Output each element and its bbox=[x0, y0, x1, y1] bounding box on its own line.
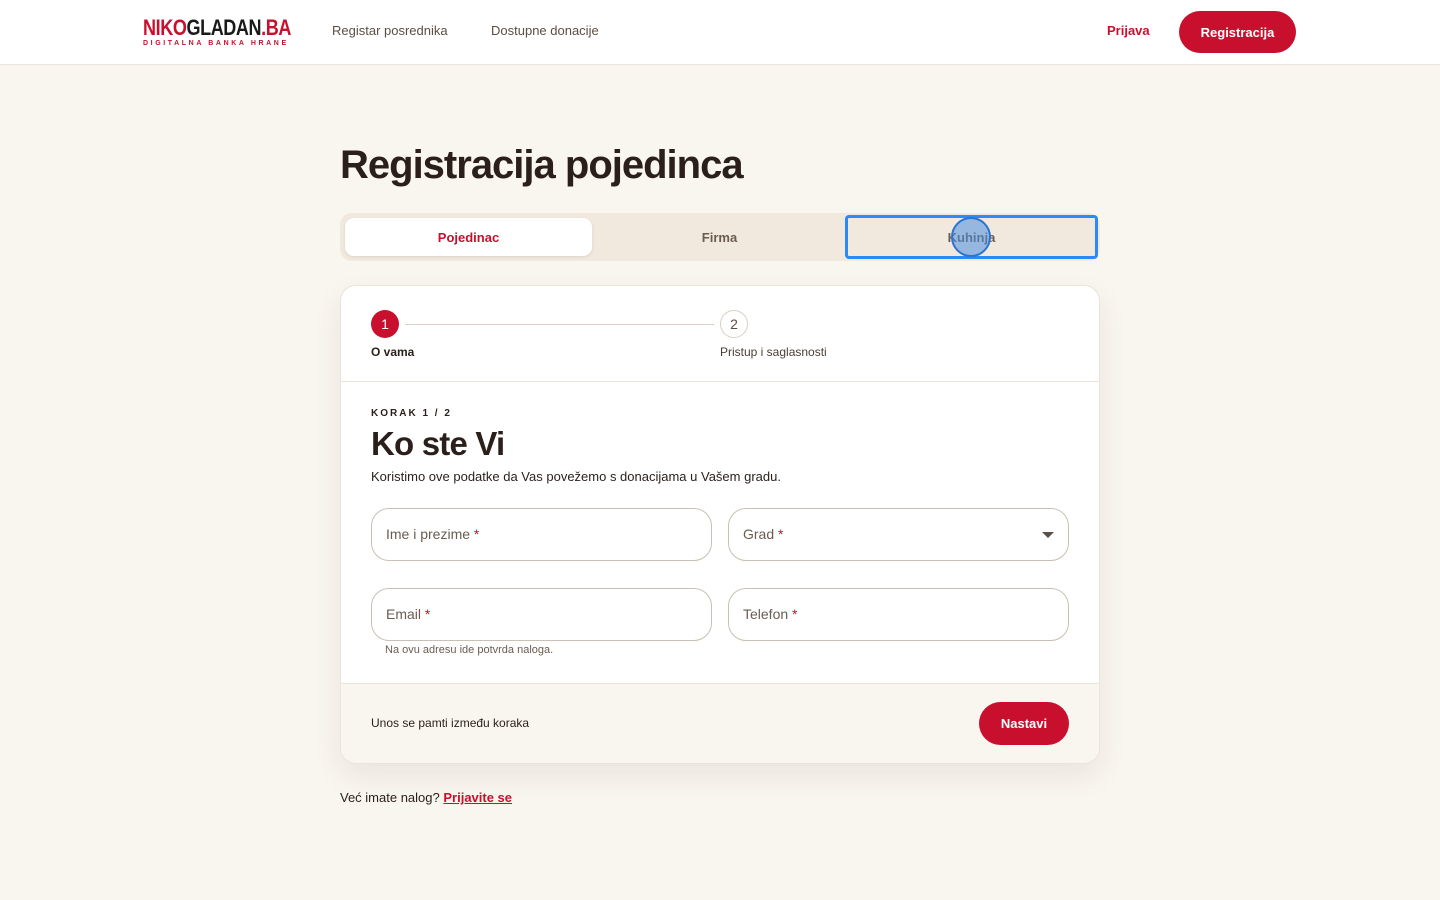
step-connector bbox=[405, 324, 714, 325]
logo[interactable]: NIKOGLADAN.BA DIGITALNA BANKA HRANE bbox=[143, 15, 292, 48]
next-button[interactable]: Nastavi bbox=[979, 702, 1069, 745]
login-prompt-link[interactable]: Prijavite se bbox=[443, 790, 512, 805]
section-title: Ko ste Vi bbox=[371, 425, 505, 462]
name-field[interactable]: Ime i prezime * bbox=[371, 508, 712, 561]
register-button[interactable]: Registracija bbox=[1179, 11, 1296, 53]
tab-firma[interactable]: Firma bbox=[596, 218, 843, 256]
stepper: 1 2 O vama Pristup i saglasnosti bbox=[341, 286, 1099, 382]
phone-field-label: Telefon * bbox=[743, 606, 798, 622]
step-1-indicator: 1 bbox=[371, 310, 399, 338]
city-select[interactable]: Grad * bbox=[728, 508, 1069, 561]
email-hint: Na ovu adresu ide potvrda naloga. bbox=[385, 644, 554, 656]
phone-field[interactable]: Telefon * bbox=[728, 588, 1069, 641]
cursor-indicator bbox=[951, 217, 991, 257]
nav-dostupne-donacije[interactable]: Dostupne donacije bbox=[491, 23, 599, 38]
page-title: Registracija pojedinca bbox=[340, 143, 744, 187]
name-field-label: Ime i prezime * bbox=[386, 526, 480, 542]
step-2-label: Pristup i saglasnosti bbox=[720, 345, 827, 359]
email-field-label: Email * bbox=[386, 606, 431, 622]
step-2-indicator: 2 bbox=[720, 310, 748, 338]
email-field[interactable]: Email * bbox=[371, 588, 712, 641]
city-field-label: Grad * bbox=[743, 526, 784, 542]
login-link[interactable]: Prijava bbox=[1107, 23, 1150, 38]
logo-tagline: DIGITALNA BANKA HRANE bbox=[143, 40, 289, 47]
registration-card: 1 2 O vama Pristup i saglasnosti KORAK 1… bbox=[340, 285, 1100, 764]
nav-registar-posrednika[interactable]: Registar posrednika bbox=[332, 23, 448, 38]
step-kicker: KORAK 1 / 2 bbox=[371, 408, 452, 419]
login-prompt: Već imate nalog? Prijavite se bbox=[340, 790, 513, 805]
section-description: Koristimo ove podatke da Vas povežemo s … bbox=[371, 469, 781, 484]
top-header: NIKOGLADAN.BA DIGITALNA BANKA HRANE Regi… bbox=[0, 0, 1440, 65]
footer-note: Unos se pamti između koraka bbox=[371, 716, 530, 730]
chevron-down-icon bbox=[1042, 532, 1054, 538]
logo-wordmark: NIKOGLADAN.BA bbox=[143, 15, 292, 40]
step-1-label: O vama bbox=[371, 345, 415, 359]
tab-pojedinac[interactable]: Pojedinac bbox=[345, 218, 592, 256]
card-footer: Unos se pamti između koraka Nastavi bbox=[341, 683, 1099, 763]
